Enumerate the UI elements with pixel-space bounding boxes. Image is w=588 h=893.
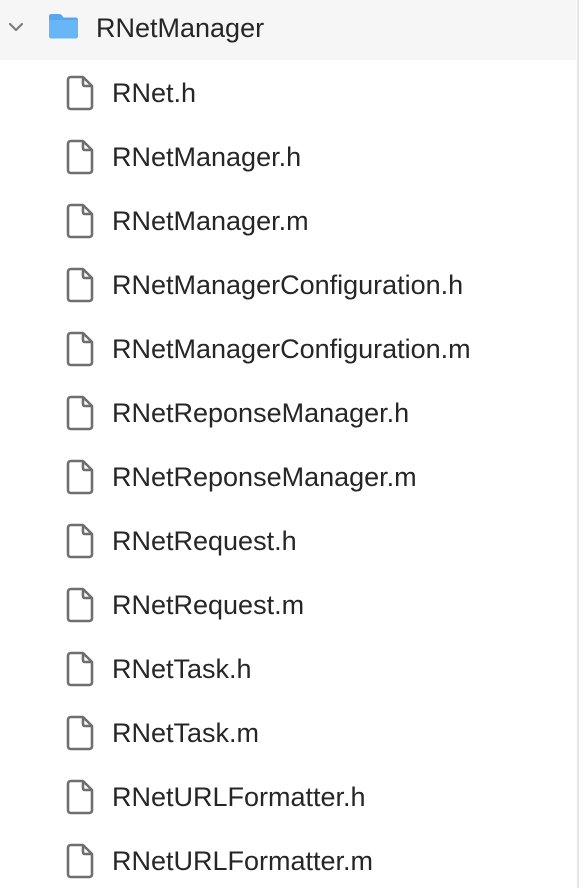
file-row[interactable]: RNetRequest.m (0, 573, 576, 637)
file-label: RNetRequest.m (112, 590, 305, 620)
file-label: RNetRequest.h (112, 526, 297, 556)
file-icon (66, 523, 94, 559)
file-row[interactable]: RNetURLFormatter.h (0, 765, 576, 829)
file-icon (66, 75, 94, 111)
panel-divider (577, 0, 579, 888)
file-tree: RNetManager RNet.h RNetManager.h RNetManag… (0, 0, 576, 888)
file-icon (66, 715, 94, 751)
file-row[interactable]: RNetTask.h (0, 637, 576, 701)
folder-label: RNetManager (96, 13, 265, 43)
file-row[interactable]: RNetReponseManager.h (0, 381, 576, 445)
file-label: RNetManager.m (112, 206, 309, 236)
file-row[interactable]: RNetReponseManager.m (0, 445, 576, 509)
file-label: RNetReponseManager.m (112, 462, 417, 492)
chevron-down-icon[interactable] (7, 18, 25, 36)
file-icon (66, 587, 94, 623)
file-row[interactable]: RNetTask.m (0, 701, 576, 765)
file-icon (66, 139, 94, 175)
file-icon (66, 779, 94, 815)
file-label: RNetManager.h (112, 142, 302, 172)
file-row[interactable]: RNetManagerConfiguration.h (0, 253, 576, 317)
file-icon (66, 651, 94, 687)
file-icon (66, 331, 94, 367)
file-label: RNetTask.h (112, 654, 252, 684)
file-label: RNet.h (112, 78, 197, 108)
file-label: RNetURLFormatter.h (112, 782, 366, 812)
file-icon (66, 843, 94, 879)
file-row[interactable]: RNetManagerConfiguration.m (0, 317, 576, 381)
file-row[interactable]: RNetRequest.h (0, 509, 576, 573)
file-icon (66, 459, 94, 495)
file-row[interactable]: RNetManager.h (0, 125, 576, 189)
file-icon (66, 395, 94, 431)
file-row[interactable]: RNetURLFormatter.m (0, 829, 576, 893)
file-row[interactable]: RNet.h (0, 61, 576, 125)
file-label: RNetURLFormatter.m (112, 846, 374, 876)
file-label: RNetManagerConfiguration.m (112, 334, 471, 364)
file-label: RNetTask.m (112, 718, 260, 748)
file-icon (66, 267, 94, 303)
file-row[interactable]: RNetManager.m (0, 189, 576, 253)
folder-icon (49, 14, 78, 39)
file-icon (66, 203, 94, 239)
folder-row-rnetmanager[interactable]: RNetManager (0, 0, 576, 60)
file-label: RNetReponseManager.h (112, 398, 410, 428)
file-label: RNetManagerConfiguration.h (112, 270, 464, 300)
